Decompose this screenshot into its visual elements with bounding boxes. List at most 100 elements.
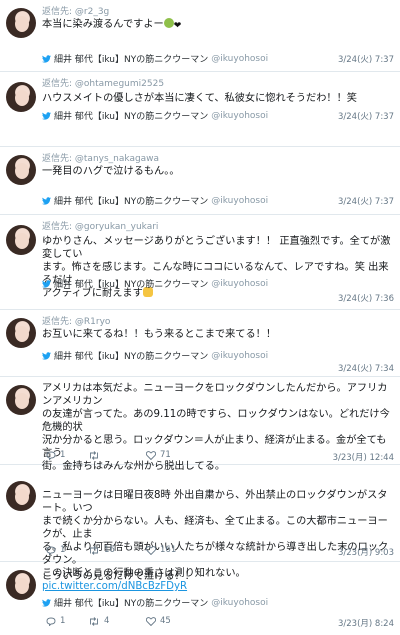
retweeter-name: 細井 郁代【iku】NYの筋ニクウーマン [54,55,209,65]
retweeted-by-line[interactable]: 細井 郁代【iku】NYの筋ニクウーマン @ikuyohosoi [42,194,268,207]
reply-button[interactable]: 1 [46,545,88,555]
reply-icon [46,451,56,460]
reply-prefix: 返信先: [42,317,75,327]
tweet-reply-tanys[interactable]: 返信先: @tanys_nakagawa 一発目のハグで泣けるもん。。 細井 郁… [0,147,400,215]
retweeter-name: 細井 郁代【iku】NYの筋ニクウーマン [54,599,209,609]
tweet-actions: 1 4 45 [46,616,206,626]
reply-handle-link[interactable]: @tanys_nakagawa [75,154,159,164]
retweet-count: 16 [104,545,115,555]
reply-prefix: 返信先: [42,222,75,232]
tweet-actions: 1 71 [46,450,206,460]
reply-to-line: 返信先: @R1ryo [42,314,110,327]
tweet-reply-r2-3g[interactable]: 返信先: @r2_3g 本当に染み渡るんですよー ❤ 細井 郁代【iku】NYの筋… [0,0,400,72]
retweeter-handle: @ikuyohosoi [211,350,269,361]
retweeter-handle: @ikuyohosoi [211,597,269,608]
tweet-reply-r1ryo[interactable]: 返信先: @R1ryo お互いに来てるね！！もう来るとこまで来てる！！ 細井 郁… [0,310,400,377]
tweet-text: 一発目のハグで泣けるもん。。 [42,166,180,177]
twitter-bird-icon [42,598,51,607]
like-button[interactable]: 161 [146,545,206,555]
tweet-text: 本当に染み渡るんですよー ❤ [42,18,394,33]
twitter-bird-icon [42,196,51,205]
tweet-reply-ohtamegumi[interactable]: 返信先: @ohtamegumi2525 ハウスメイトの優しさが本当に凄くて、私… [0,72,400,147]
tweet-text: ゆかりさん、メッセージありがとうございます！！ 正直強烈です。全てが激変してい … [42,235,394,300]
tweet-reply-goryukan[interactable]: 返信先: @goryukan_yukari ゆかりさん、メッセージありがとうござ… [0,215,400,310]
retweeter-handle: @ikuyohosoi [211,278,269,289]
avatar[interactable] [6,570,36,600]
tweet-text: こういうの見るだけで泣ける！！ [42,571,195,582]
retweeted-by-line[interactable]: 細井 郁代【iku】NYの筋ニクウーマン @ikuyohosoi [42,277,268,290]
reply-icon [46,546,56,555]
reply-count: 1 [60,616,66,626]
cry-emoji [163,18,174,28]
tweet-text-line: ニューヨークは日曜日夜8時 外出自粛から、外出禁止のロックダウンがスタート。いつ [42,490,388,514]
retweet-button[interactable] [88,450,146,460]
tweet-text: ハウスメイトの優しさが本当に凄くて、私彼女に惚れそうだわ！！笑 [42,93,357,104]
tweet-timestamp[interactable]: 3/23(月) 12:44 [333,451,394,463]
tweet-text-line: アメリカは本気だよ。ニューヨークをロックダウンしたんだから。アフリカンアメリカン [42,383,388,407]
reply-handle-link[interactable]: @ohtamegumi2525 [75,79,164,89]
tweet-timestamp[interactable]: 3/24(火) 7:34 [338,362,394,374]
like-count: 161 [160,545,177,555]
retweet-button[interactable]: 4 [88,616,146,626]
tweet-actions: 1 16 161 [46,545,206,555]
reply-to-line: 返信先: @ohtamegumi2525 [42,76,164,89]
reply-handle-link[interactable]: @r2_3g [75,7,109,17]
tweet-timestamp[interactable]: 3/24(火) 7:37 [338,53,394,65]
tweet-timestamp[interactable]: 3/24(火) 7:37 [338,195,394,207]
reply-handle-link[interactable]: @R1ryo [75,317,111,327]
tweet-text-body: 本当に染み渡るんですよー [42,19,164,30]
twitter-bird-icon [42,279,51,288]
retweeted-by-line[interactable]: 細井 郁代【iku】NYの筋ニクウーマン @ikuyohosoi [42,109,268,122]
reply-to-line: 返信先: @goryukan_yukari [42,219,158,232]
heart-icon [146,545,156,555]
reply-handle-link[interactable]: @goryukan_yukari [75,222,159,232]
reply-button[interactable]: 1 [46,450,88,460]
avatar[interactable] [6,82,36,112]
tweet-text-line: まで続くか分からない。人も、経済も、全て止まる。この大都市ニューヨークが、止ま [42,516,388,540]
retweeted-by-line[interactable]: 細井 郁代【iku】NYの筋ニクウーマン @ikuyohosoi [42,596,268,609]
tweet-lockdown-1[interactable]: アメリカは本気だよ。ニューヨークをロックダウンしたんだから。アフリカンアメリカン… [0,377,400,472]
tweet-timestamp[interactable]: 3/23(月) 8:24 [338,617,394,629]
retweet-icon [88,616,100,626]
heart-icon [146,450,156,460]
reply-button[interactable]: 1 [46,616,88,626]
heart-emoji: ❤ [173,21,182,31]
tweet-timestamp[interactable]: 3/24(火) 7:36 [338,292,394,304]
retweet-count: 4 [104,616,110,626]
tweet-crying[interactable]: こういうの見るだけで泣ける！！ 細井 郁代【iku】NYの筋ニクウーマン @ik… [0,562,400,635]
avatar[interactable] [6,318,36,348]
reply-icon [46,617,56,626]
retweeter-name: 細井 郁代【iku】NYの筋ニクウーマン [54,280,209,290]
reply-to-line: 返信先: @tanys_nakagawa [42,151,159,164]
reply-prefix: 返信先: [42,154,75,164]
heart-icon [146,616,156,626]
avatar[interactable] [6,385,36,415]
twitter-bird-icon [42,351,51,360]
like-count: 45 [160,616,171,626]
avatar[interactable] [6,225,36,255]
retweeter-handle: @ikuyohosoi [211,195,269,206]
retweeter-name: 細井 郁代【iku】NYの筋ニクウーマン [54,197,209,207]
like-button[interactable]: 45 [146,616,206,626]
twitter-bird-icon [42,111,51,120]
retweeted-by-line[interactable]: 細井 郁代【iku】NYの筋ニクウーマン @ikuyohosoi [42,52,268,65]
tweet-timestamp[interactable]: 3/24(火) 7:37 [338,110,394,122]
twitter-bird-icon [42,54,51,63]
tweet-text-line: の友達が言ってた。あの9.11の時ですら、ロックダウンはない。どれだけ今危機的状 [42,409,390,433]
retweeter-handle: @ikuyohosoi [211,110,269,121]
avatar[interactable] [6,8,36,38]
reply-prefix: 返信先: [42,79,75,89]
reply-count: 1 [60,450,66,460]
retweet-button[interactable]: 16 [88,545,146,555]
reply-prefix: 返信先: [42,7,75,17]
reply-to-line: 返信先: @r2_3g [42,4,109,17]
tweet-timestamp[interactable]: 3/23(月) 9:03 [338,546,394,558]
tweet-feed: 返信先: @r2_3g 本当に染み渡るんですよー ❤ 細井 郁代【iku】NYの筋… [0,0,400,635]
avatar[interactable] [6,481,36,511]
retweeted-by-line[interactable]: 細井 郁代【iku】NYの筋ニクウーマン @ikuyohosoi [42,349,268,362]
tweet-lockdown-2[interactable]: ニューヨークは日曜日夜8時 外出自粛から、外出禁止のロックダウンがスタート。いつ… [0,465,400,592]
like-button[interactable]: 71 [146,450,206,460]
like-count: 71 [160,450,171,460]
retweeter-name: 細井 郁代【iku】NYの筋ニクウーマン [54,352,209,362]
avatar[interactable] [6,155,36,185]
